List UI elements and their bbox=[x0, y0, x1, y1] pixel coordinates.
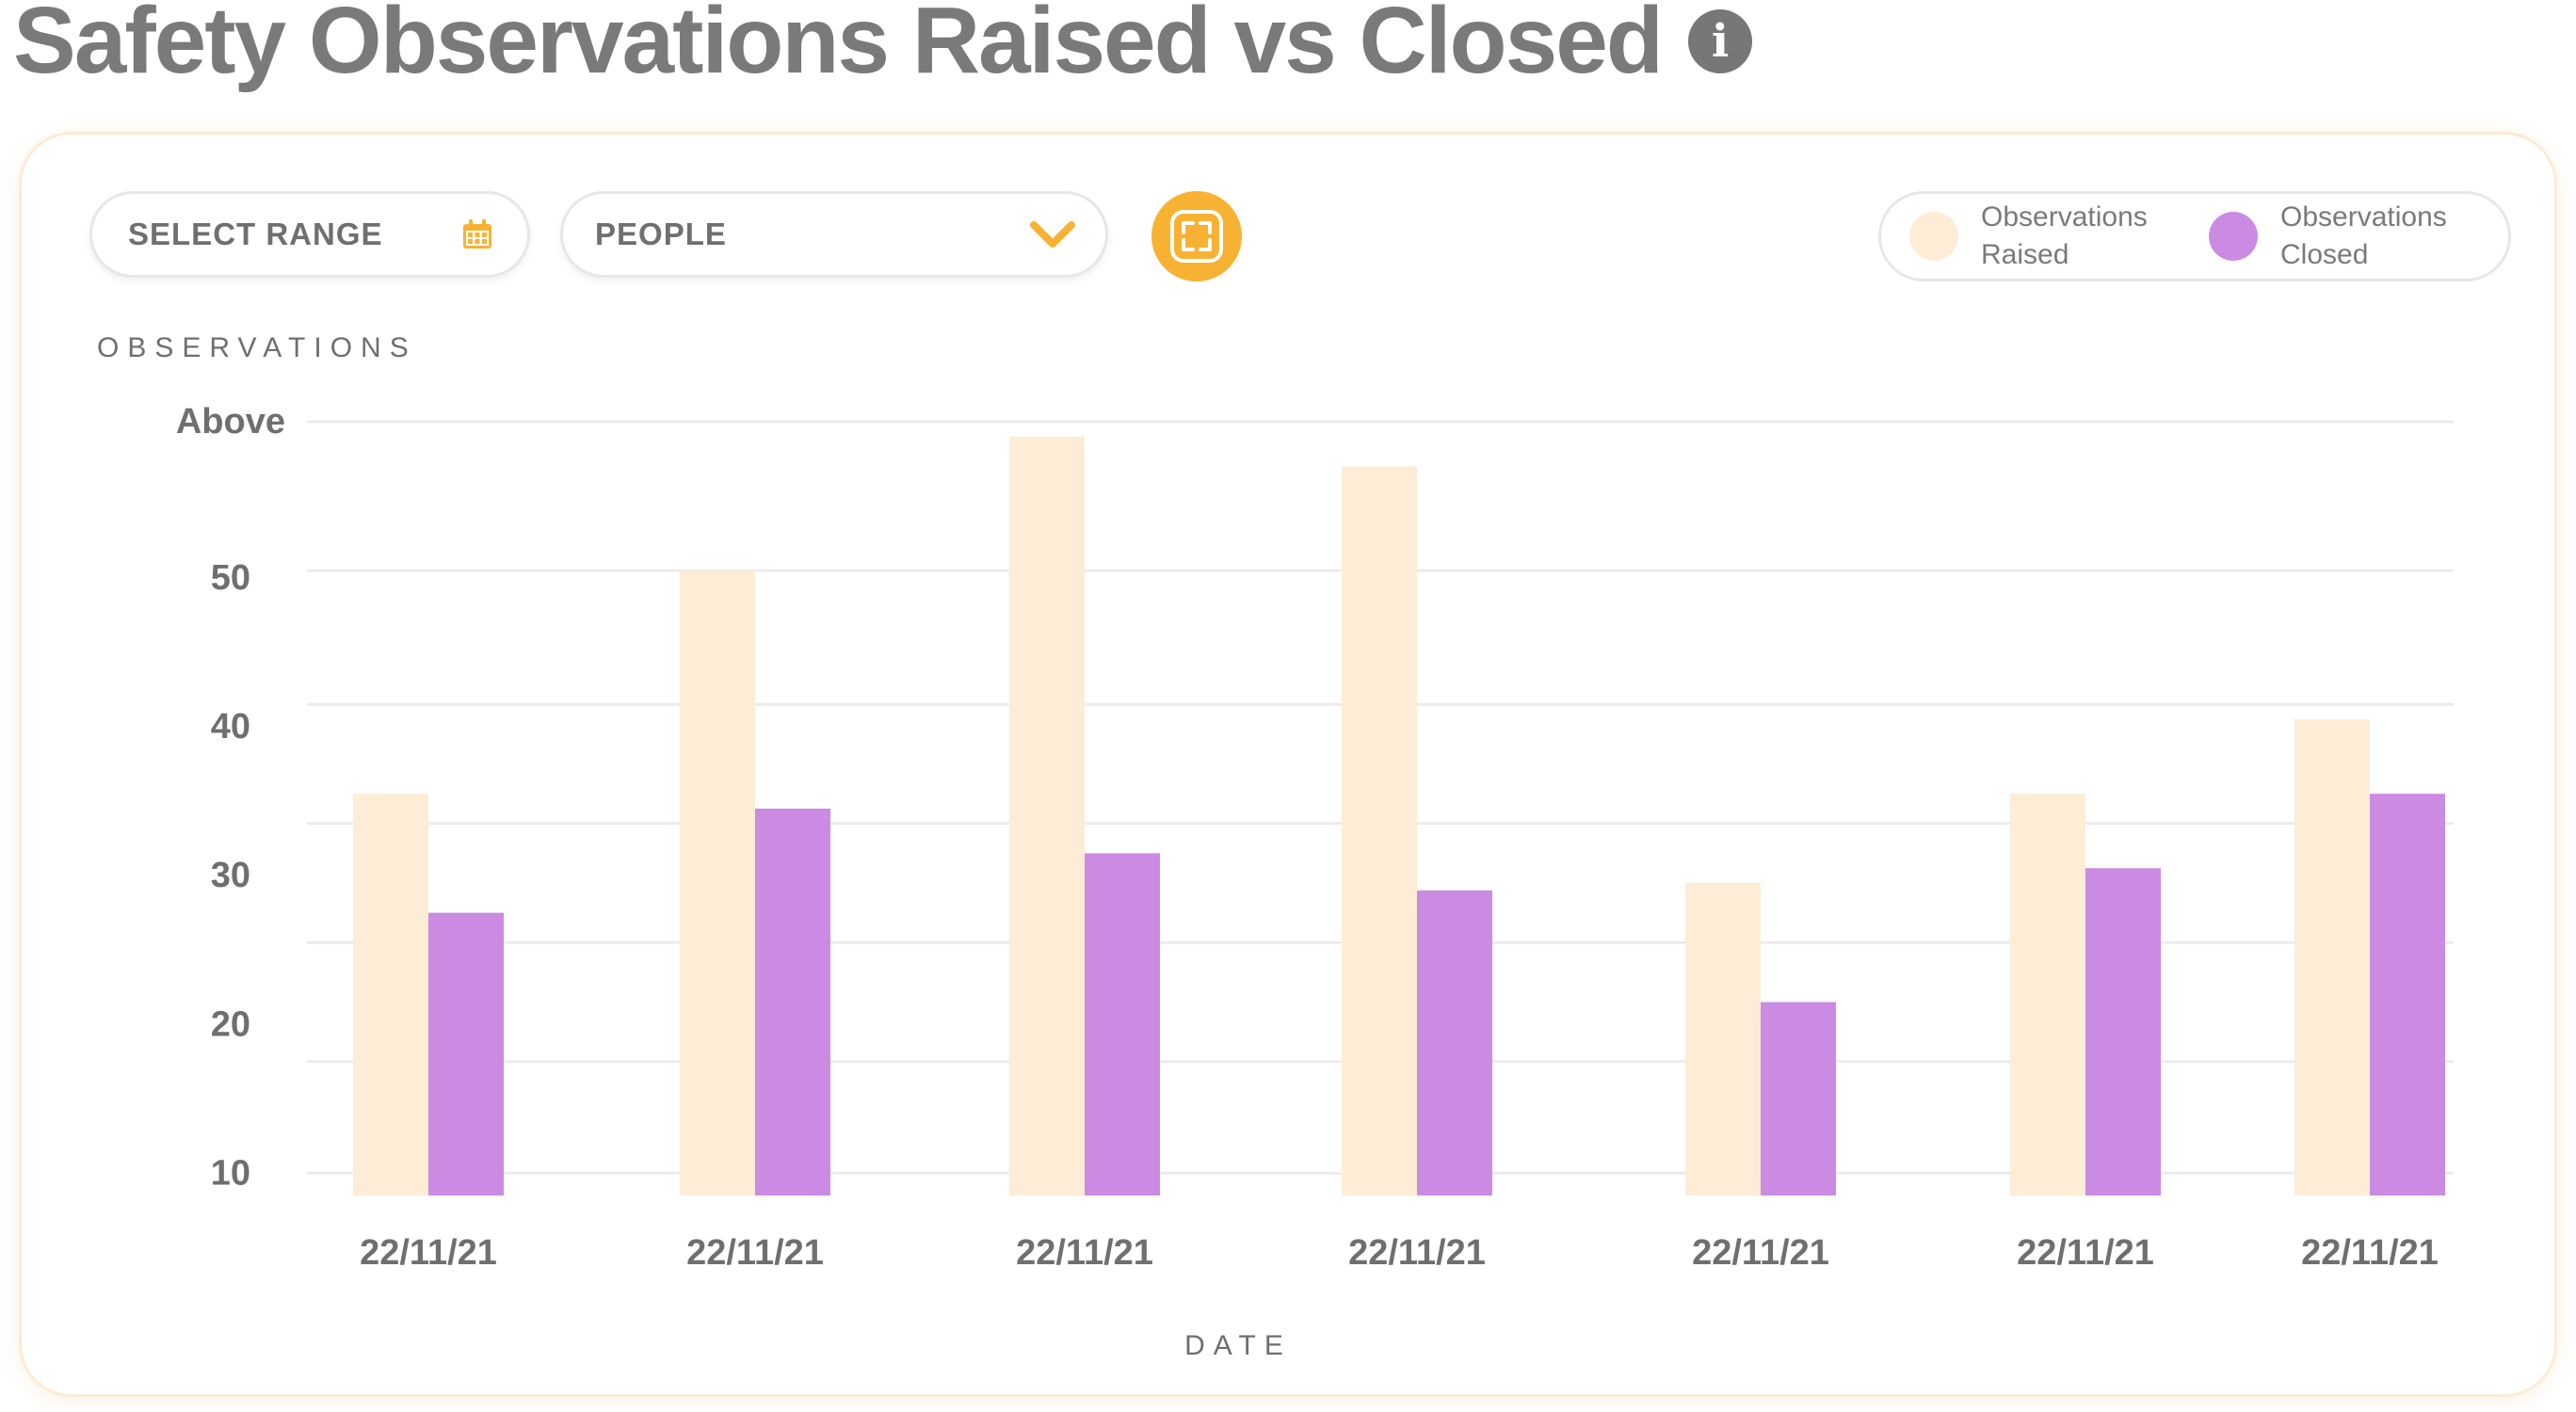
bar-chart: 10 20 30 40 50 Above 22/11/21 22/11/21 22/11/21 2… bbox=[176, 402, 2454, 1273]
bar-raised bbox=[353, 794, 428, 1195]
bar-raised bbox=[680, 570, 755, 1195]
y-tick-label: 50 bbox=[211, 558, 250, 598]
bar-closed bbox=[1417, 890, 1492, 1195]
x-tick-label: 22/11/21 bbox=[1692, 1233, 1829, 1273]
bar-closed bbox=[755, 809, 830, 1195]
bar-closed bbox=[2085, 868, 2161, 1195]
page-title-text: Safety Observations Raised vs Closed bbox=[13, 0, 1664, 93]
y-tick-label: 30 bbox=[211, 856, 250, 895]
y-tick-label: 40 bbox=[211, 707, 250, 746]
info-icon[interactable]: i bbox=[1687, 8, 1752, 73]
chart-card: SELECT RANGE PEOPLE Observations Raised … bbox=[19, 132, 2557, 1397]
bar-closed bbox=[1761, 1002, 1836, 1195]
bar-closed bbox=[2370, 794, 2445, 1195]
x-tick-label: 22/11/21 bbox=[1016, 1233, 1153, 1273]
bar-closed bbox=[1085, 853, 1160, 1195]
x-tick-label: 22/11/21 bbox=[360, 1233, 497, 1273]
bar-raised bbox=[1685, 883, 1761, 1195]
page-title: Safety Observations Raised vs Closed i bbox=[13, 0, 1752, 95]
x-tick-label: 22/11/21 bbox=[2017, 1233, 2154, 1273]
bar-raised bbox=[1009, 436, 1085, 1195]
bar-closed bbox=[428, 912, 504, 1195]
bar-raised bbox=[2294, 719, 2370, 1195]
x-tick-label: 22/11/21 bbox=[686, 1233, 824, 1273]
y-tick-label: Above bbox=[176, 402, 285, 441]
bar-raised bbox=[1342, 466, 1417, 1195]
x-tick-label: 22/11/21 bbox=[1348, 1233, 1486, 1273]
y-tick-label: 10 bbox=[211, 1153, 250, 1193]
x-tick-label: 22/11/21 bbox=[2301, 1233, 2439, 1273]
y-tick-label: 20 bbox=[211, 1004, 250, 1044]
bar-raised bbox=[2010, 794, 2085, 1195]
